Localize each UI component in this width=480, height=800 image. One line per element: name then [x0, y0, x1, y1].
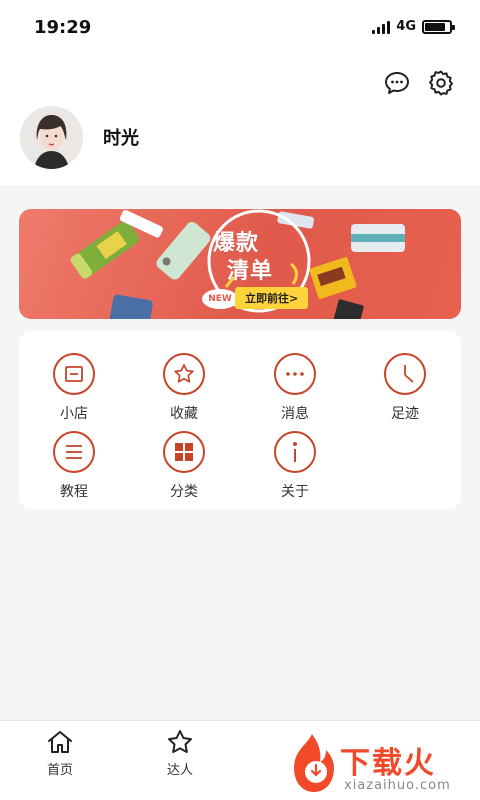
clock-icon — [384, 353, 426, 395]
battery-icon — [422, 19, 455, 34]
banner-cta-button[interactable]: 立即前往> — [235, 287, 309, 309]
info-icon — [274, 431, 316, 473]
network-label: 4G — [396, 19, 416, 34]
username: 时光 — [103, 128, 139, 149]
status-time: 19:29 — [34, 17, 92, 38]
settings-gear-icon[interactable] — [426, 68, 456, 98]
flame-logo-icon — [294, 734, 334, 792]
avatar[interactable] — [20, 106, 83, 169]
grid-item-label: 教程 — [60, 484, 88, 500]
signal-icon — [372, 20, 391, 34]
grid-item-favorites[interactable]: 收藏 — [134, 353, 234, 423]
watermark-url: xiazaihuo.com — [344, 778, 451, 793]
grid-item-label: 小店 — [60, 406, 88, 422]
grid-item-shop[interactable]: 小店 — [24, 353, 124, 423]
tab-label: 达人 — [166, 763, 193, 778]
banner-new-badge: NEW — [202, 289, 238, 309]
list-icon — [53, 431, 95, 473]
grid-item-history[interactable]: 足迹 — [355, 353, 455, 423]
status-indicators: 4G — [372, 19, 455, 34]
grid-item-label: 关于 — [281, 484, 309, 500]
tab-experts[interactable]: 达人 — [140, 729, 220, 778]
star-icon — [168, 730, 192, 753]
message-icon — [274, 353, 316, 395]
function-grid: 小店 收藏 消息 足迹 教程 分类 关于 — [19, 331, 461, 509]
grid-item-category[interactable]: 分类 — [134, 431, 234, 501]
message-icon[interactable] — [382, 68, 412, 98]
shop-icon — [53, 353, 95, 395]
home-icon — [48, 731, 72, 753]
status-bar: 19:29 4G — [0, 0, 480, 52]
grid-item-label: 足迹 — [391, 406, 419, 422]
tab-label: 首页 — [46, 763, 73, 778]
promo-banner[interactable]: 爆款 清单 NEW 立即前往> — [19, 209, 461, 319]
grid-item-label: 消息 — [281, 406, 309, 422]
grid-item-label: 收藏 — [170, 406, 198, 422]
grid-item-tutorial[interactable]: 教程 — [24, 431, 124, 501]
grid-item-about[interactable]: 关于 — [245, 431, 345, 501]
watermark: 下载火 xiazaihuo.com — [282, 726, 480, 800]
grid-icon — [163, 431, 205, 473]
grid-item-messages[interactable]: 消息 — [245, 353, 345, 423]
tab-home[interactable]: 首页 — [20, 729, 100, 778]
watermark-text: 下载火 — [340, 746, 436, 781]
star-icon — [163, 353, 205, 395]
banner-title-2: 清单 — [227, 259, 274, 284]
grid-item-label: 分类 — [170, 484, 198, 500]
profile-header: 时光 — [0, 52, 480, 185]
